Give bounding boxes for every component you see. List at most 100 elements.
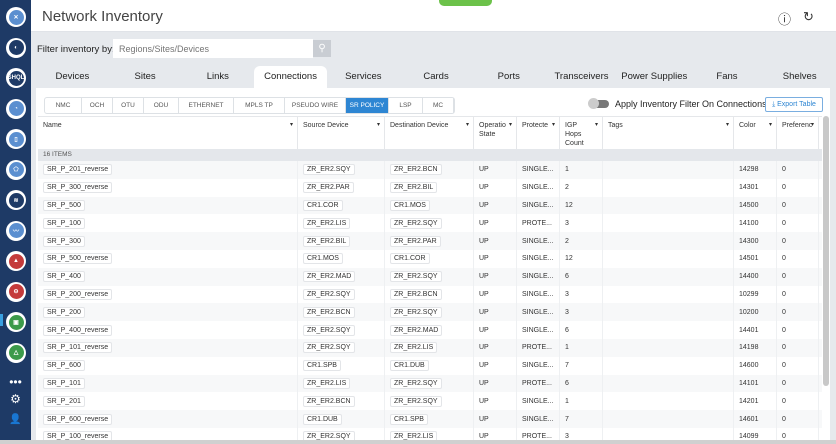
table-row[interactable]: SR_P_101 ZR_ER2.LIS ZR_ER2.SQY UP PROTE... 6 1… — [38, 374, 822, 393]
subtab-och[interactable]: OCH — [82, 98, 113, 113]
search-icon[interactable]: ⚲ — [313, 40, 331, 57]
column-header[interactable]: Protecte ▾ — [517, 117, 560, 149]
table-row[interactable]: SR_P_200_reverse ZR_ER2.SQY ZR_ER2.BCN UP SI… — [38, 285, 822, 304]
more-icon[interactable]: ••• — [0, 375, 31, 389]
filter-input[interactable] — [113, 39, 313, 58]
table-cell: ZR_ER2.SQY — [385, 392, 474, 411]
table-cell: 0 — [777, 392, 819, 411]
table-cell: ZR_ER2.LIS — [385, 427, 474, 440]
sidebar-app-device[interactable]: ▯ — [6, 129, 26, 149]
tab-sites[interactable]: Sites — [109, 66, 182, 88]
table-row[interactable]: SR_P_200 ZR_ER2.BCN ZR_ER2.SQY UP SINGLE... 3… — [38, 303, 822, 322]
table-cell: CR1.DUB — [385, 356, 474, 375]
table-cell: UP — [474, 249, 517, 268]
sort-caret-icon[interactable]: ▾ — [811, 121, 814, 130]
column-header[interactable]: Destination Device ▾ — [385, 117, 474, 149]
sort-caret-icon[interactable]: ▾ — [466, 121, 469, 130]
cell-value: SINGLE... — [522, 362, 554, 370]
column-header[interactable]: Preferenc ▾ — [777, 117, 819, 149]
tab-power-supplies[interactable]: Power Supplies — [618, 66, 691, 88]
sidebar-app-book[interactable]: ▣ — [6, 312, 26, 332]
refresh-icon[interactable]: ↻ — [803, 9, 814, 25]
table-row[interactable]: SR_P_600 CR1.SPB CR1.DUB UP SINGLE... 7 14600 0 — [38, 356, 822, 375]
subtab-ethernet[interactable]: ETHERNET — [179, 98, 234, 113]
sort-caret-icon[interactable]: ▾ — [726, 121, 729, 130]
column-header[interactable]: Operatio State ▾ — [474, 117, 517, 149]
cell-value: PROTE... — [522, 433, 552, 440]
sort-caret-icon[interactable]: ▾ — [290, 121, 293, 130]
window-bottom — [0, 440, 836, 444]
table-cell: ZR_ER2.SQY — [298, 161, 385, 179]
subtab-mpls-tp[interactable]: MPLS TP — [234, 98, 285, 113]
table-cell — [603, 321, 734, 339]
sort-caret-icon[interactable]: ▾ — [769, 121, 772, 130]
sidebar-app-shql[interactable]: SHQL — [6, 68, 26, 88]
tab-connections[interactable]: Connections — [254, 66, 327, 88]
tab-links[interactable]: Links — [181, 66, 254, 88]
cell-chip: ZR_ER2.SQY — [303, 431, 355, 440]
cell-value: SINGLE... — [522, 166, 554, 174]
sidebar-app-trend[interactable]: 〰 — [6, 220, 26, 241]
table-row[interactable]: SR_P_201 ZR_ER2.BCN ZR_ER2.SQY UP SINGLE... 1… — [38, 392, 822, 411]
sort-caret-icon[interactable]: ▾ — [509, 121, 512, 130]
sort-caret-icon[interactable]: ▾ — [552, 121, 555, 130]
sort-caret-icon[interactable]: ▾ — [595, 121, 598, 130]
tab-devices[interactable]: Devices — [36, 66, 109, 88]
table-cell: ZR_ER2.SQY — [385, 267, 474, 286]
table-row[interactable]: SR_P_400_reverse ZR_ER2.SQY ZR_ER2.MAD UP SI… — [38, 321, 822, 339]
subtab-otu[interactable]: OTU — [113, 98, 144, 113]
sort-caret-icon[interactable]: ▾ — [377, 121, 380, 130]
subtab-nmc[interactable]: NMC — [45, 98, 82, 113]
table-cell: ZR_ER2.SQY — [385, 303, 474, 322]
sidebar-app-inspect[interactable]: ⊖ — [6, 281, 26, 302]
table-row[interactable]: SR_P_400 ZR_ER2.MAD ZR_ER2.SQY UP SINGLE... 6… — [38, 267, 822, 286]
cell-value: 14301 — [739, 184, 759, 192]
sidebar-app-network[interactable]: ✕ — [6, 7, 26, 27]
cell-value: 2 — [565, 184, 569, 192]
table-row[interactable]: SR_P_500_reverse CR1.MOS CR1.COR UP SINGLE..… — [38, 249, 822, 268]
table-cell: 14100 — [734, 214, 777, 233]
column-label: Protecte — [522, 122, 549, 129]
sidebar-app-pie[interactable]: ◐ — [6, 37, 26, 58]
top-handle[interactable] — [439, 0, 492, 6]
tab-services[interactable]: Services — [327, 66, 400, 88]
table-row[interactable]: SR_P_300 ZR_ER2.BIL ZR_ER2.PAR UP SINGLE... 2… — [38, 232, 822, 250]
table-row[interactable]: SR_P_100 ZR_ER2.LIS ZR_ER2.SQY UP PROTE... 3 1… — [38, 214, 822, 233]
cell-chip: ZR_ER2.SQY — [303, 164, 355, 176]
subtab-lsp[interactable]: LSP — [389, 98, 423, 113]
table-cell: 7 — [560, 410, 603, 428]
subtab-pseudo-wire[interactable]: PSEUDO WIRE — [285, 98, 346, 113]
column-header[interactable]: Color ▾ — [734, 117, 777, 149]
column-header[interactable]: Tags ▾ — [603, 117, 734, 149]
column-header[interactable]: Name ▾ — [38, 117, 298, 149]
sidebar-app-layers[interactable]: ≋ — [6, 190, 26, 210]
table-row[interactable]: SR_P_201_reverse ZR_ER2.SQY ZR_ER2.BCN UP SI… — [38, 161, 822, 179]
subtab-sr-policy[interactable]: SR POLICY — [346, 98, 389, 113]
subtab-odu[interactable]: ODU — [144, 98, 179, 113]
tab-transceivers[interactable]: Transceivers — [545, 66, 618, 88]
apply-filter-toggle[interactable] — [588, 98, 609, 109]
cell-value: UP — [479, 237, 489, 245]
help-icon[interactable]: ⓘ — [778, 9, 791, 28]
tab-cards[interactable]: Cards — [400, 66, 473, 88]
table-row[interactable]: SR_P_101_reverse ZR_ER2.SQY ZR_ER2.LIS UP PR… — [38, 338, 822, 357]
table-row[interactable]: SR_P_100_reverse ZR_ER2.SQY ZR_ER2.LIS UP PR… — [38, 427, 822, 440]
table-row[interactable]: SR_P_300_reverse ZR_ER2.PAR ZR_ER2.BIL UP SI… — [38, 178, 822, 197]
tab-ports[interactable]: Ports — [472, 66, 545, 88]
table-cell: ZR_ER2.LIS — [385, 338, 474, 357]
sidebar-app-map[interactable]: ⬠ — [6, 159, 26, 180]
user-icon[interactable]: 👤 — [0, 414, 31, 425]
export-table-button[interactable]: ⤓ Export Table — [765, 97, 823, 112]
sidebar-app-globe[interactable]: ◔ — [6, 98, 26, 119]
tab-shelves[interactable]: Shelves — [763, 66, 836, 88]
column-header[interactable]: IGP Hops Count ▾ — [560, 117, 603, 149]
sidebar-app-triangle[interactable]: △ — [6, 342, 26, 363]
gear-icon[interactable]: ⚙ — [0, 392, 31, 406]
sidebar-app-road[interactable]: ▲ — [6, 251, 26, 271]
subtab-mc[interactable]: MC — [423, 98, 454, 113]
table-row[interactable]: SR_P_500 CR1.COR CR1.MOS UP SINGLE... 12 14500… — [38, 196, 822, 215]
table-row[interactable]: SR_P_600_reverse CR1.DUB CR1.SPB UP SINGLE..… — [38, 410, 822, 428]
column-header[interactable]: Source Device ▾ — [298, 117, 385, 149]
scrollbar[interactable] — [823, 116, 829, 386]
tab-fans[interactable]: Fans — [691, 66, 764, 88]
